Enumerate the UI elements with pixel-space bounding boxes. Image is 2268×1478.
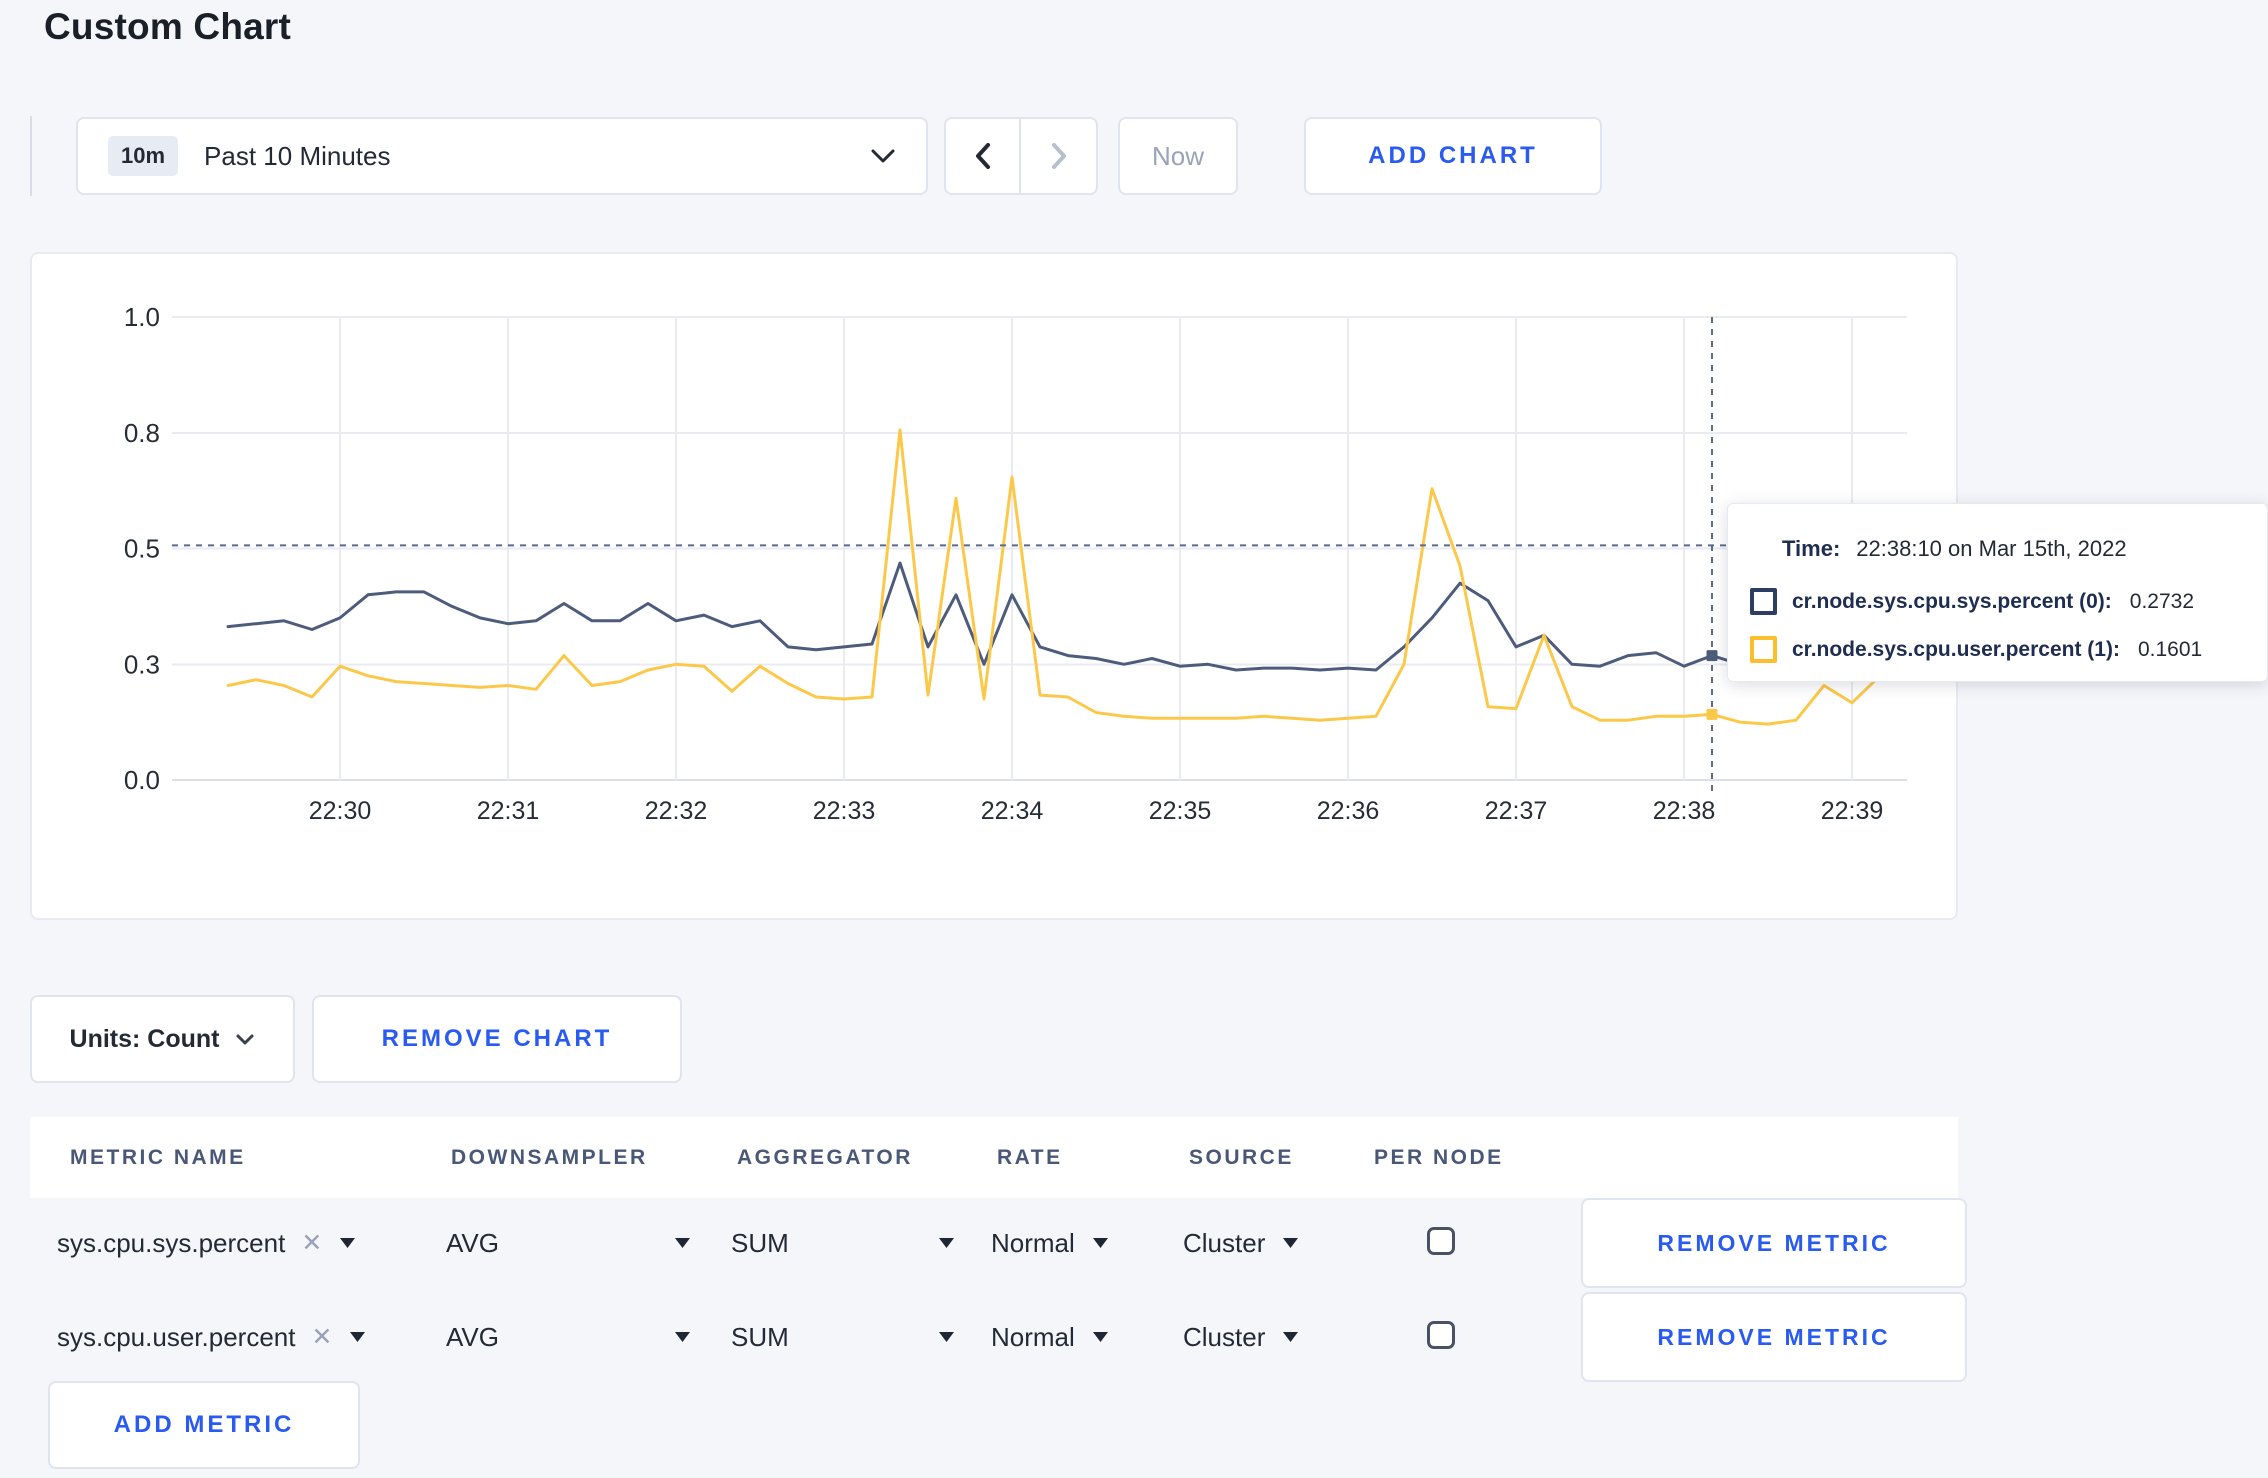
remove-tag-icon[interactable]: ✕ — [301, 1228, 322, 1258]
rate-select[interactable]: Normal — [991, 1198, 1108, 1288]
rate-value: Normal — [991, 1321, 1075, 1352]
aggregator-select[interactable]: SUM — [731, 1198, 954, 1288]
chart-panel[interactable]: 0.0 0.3 0.5 0.8 1.0 22:30 22:31 22:32 22:33 22:34… — [30, 252, 1958, 920]
chevron-down-icon — [235, 1033, 255, 1046]
tooltip-series-value: 0.2732 — [2129, 589, 2195, 613]
aggregator-select[interactable]: SUM — [731, 1292, 954, 1382]
col-header-per-node: PER NODE — [1374, 1145, 1504, 1169]
dropdown-arrow-icon — [1283, 1238, 1299, 1248]
dropdown-arrow-icon — [1092, 1332, 1108, 1342]
svg-text:0.3: 0.3 — [124, 649, 160, 679]
source-value: Cluster — [1183, 1321, 1266, 1352]
sys-series-legend-swatch — [1750, 588, 1777, 615]
remove-chart-button[interactable]: REMOVE CHART — [312, 995, 682, 1083]
svg-text:22:30: 22:30 — [309, 797, 372, 825]
per-node-checkbox[interactable] — [1427, 1321, 1455, 1349]
tooltip-series-value: 0.1601 — [2137, 637, 2203, 661]
dropdown-arrow-icon[interactable] — [350, 1332, 366, 1342]
dropdown-arrow-icon — [939, 1238, 954, 1248]
time-nav-group — [944, 117, 1098, 195]
downsampler-select[interactable]: AVG — [446, 1292, 690, 1382]
metric-name-value[interactable]: sys.cpu.user.percent — [57, 1322, 295, 1353]
col-header-source: SOURCE — [1189, 1145, 1294, 1169]
user-series-legend-swatch — [1750, 636, 1777, 663]
add-metric-button[interactable]: ADD METRIC — [48, 1381, 360, 1469]
svg-text:0.5: 0.5 — [124, 534, 160, 564]
chevron-right-icon — [1049, 141, 1069, 171]
tooltip-time-row: Time: 22:38:10 on Mar 15th, 2022 — [1782, 536, 2127, 562]
chevron-left-icon — [973, 141, 993, 171]
svg-text:22:31: 22:31 — [477, 797, 540, 825]
per-node-checkbox[interactable] — [1427, 1227, 1455, 1255]
downsampler-select[interactable]: AVG — [446, 1198, 690, 1288]
svg-text:22:32: 22:32 — [645, 797, 708, 825]
next-time-button[interactable] — [1021, 119, 1096, 193]
rate-select[interactable]: Normal — [991, 1292, 1108, 1382]
remove-metric-button[interactable]: REMOVE METRIC — [1581, 1198, 1967, 1288]
col-header-rate: RATE — [997, 1145, 1063, 1169]
aggregator-value: SUM — [731, 1321, 789, 1352]
svg-text:22:39: 22:39 — [1821, 797, 1884, 825]
tooltip-series-row: cr.node.sys.cpu.sys.percent (0): 0.2732 — [1750, 588, 2194, 615]
dropdown-arrow-icon — [1092, 1238, 1108, 1248]
remove-metric-button[interactable]: REMOVE METRIC — [1581, 1292, 1967, 1382]
chevron-down-icon — [870, 148, 896, 164]
chart-tooltip: Time: 22:38:10 on Mar 15th, 2022 cr.node… — [1727, 503, 2268, 682]
svg-text:22:38: 22:38 — [1653, 797, 1716, 825]
col-header-aggregator: AGGREGATOR — [737, 1145, 913, 1169]
rate-value: Normal — [991, 1227, 1075, 1258]
col-header-downsampler: DOWNSAMPLER — [451, 1145, 648, 1169]
dropdown-arrow-icon[interactable] — [340, 1238, 356, 1248]
tooltip-time-label: Time: — [1782, 536, 1841, 561]
toolbar-divider — [30, 116, 32, 196]
page-title: Custom Chart — [44, 6, 292, 47]
units-label: Units: Count — [69, 1024, 220, 1053]
timeseries-chart[interactable]: 0.0 0.3 0.5 0.8 1.0 22:30 22:31 22:32 22:33 22:34… — [32, 254, 1956, 918]
svg-text:0.8: 0.8 — [124, 418, 160, 448]
units-select[interactable]: Units: Count — [30, 995, 295, 1083]
tooltip-series-label: cr.node.sys.cpu.user.percent (1): — [1792, 637, 2120, 661]
source-select[interactable]: Cluster — [1183, 1292, 1299, 1382]
downsampler-value: AVG — [446, 1321, 499, 1352]
aggregator-value: SUM — [731, 1227, 789, 1258]
time-range-label: Past 10 Minutes — [204, 140, 391, 171]
svg-text:22:35: 22:35 — [1149, 797, 1212, 825]
col-header-metric-name: METRIC NAME — [70, 1145, 246, 1169]
metrics-table-header: METRIC NAME DOWNSAMPLER AGGREGATOR RATE … — [30, 1117, 1958, 1198]
metric-name-value[interactable]: sys.cpu.sys.percent — [57, 1228, 285, 1259]
dropdown-arrow-icon — [675, 1332, 690, 1342]
time-range-select[interactable]: 10m Past 10 Minutes — [76, 117, 928, 195]
downsampler-value: AVG — [446, 1227, 499, 1258]
tooltip-series-row: cr.node.sys.cpu.user.percent (1): 0.1601 — [1750, 636, 2202, 663]
source-value: Cluster — [1183, 1227, 1266, 1258]
dropdown-arrow-icon — [1283, 1332, 1299, 1342]
svg-text:0.0: 0.0 — [124, 765, 160, 795]
source-select[interactable]: Cluster — [1183, 1198, 1299, 1288]
metric-row: sys.cpu.sys.percent ✕ AVG SUM Normal Clu… — [30, 1198, 1967, 1288]
tooltip-time-value: 22:38:10 on Mar 15th, 2022 — [1856, 536, 2127, 561]
tooltip-series-label: cr.node.sys.cpu.sys.percent (0): — [1792, 589, 2112, 613]
remove-tag-icon[interactable]: ✕ — [311, 1322, 332, 1352]
dropdown-arrow-icon — [675, 1238, 690, 1248]
add-chart-button[interactable]: ADD CHART — [1304, 117, 1602, 195]
svg-text:22:37: 22:37 — [1485, 797, 1548, 825]
svg-text:22:34: 22:34 — [981, 797, 1044, 825]
svg-text:22:36: 22:36 — [1317, 797, 1380, 825]
now-button[interactable]: Now — [1118, 117, 1238, 195]
svg-text:22:33: 22:33 — [813, 797, 876, 825]
prev-time-button[interactable] — [946, 119, 1021, 193]
dropdown-arrow-icon — [939, 1332, 954, 1342]
metric-row: sys.cpu.user.percent ✕ AVG SUM Normal Cl… — [30, 1292, 1967, 1382]
time-range-badge: 10m — [108, 136, 179, 176]
svg-text:1.0: 1.0 — [124, 302, 160, 332]
